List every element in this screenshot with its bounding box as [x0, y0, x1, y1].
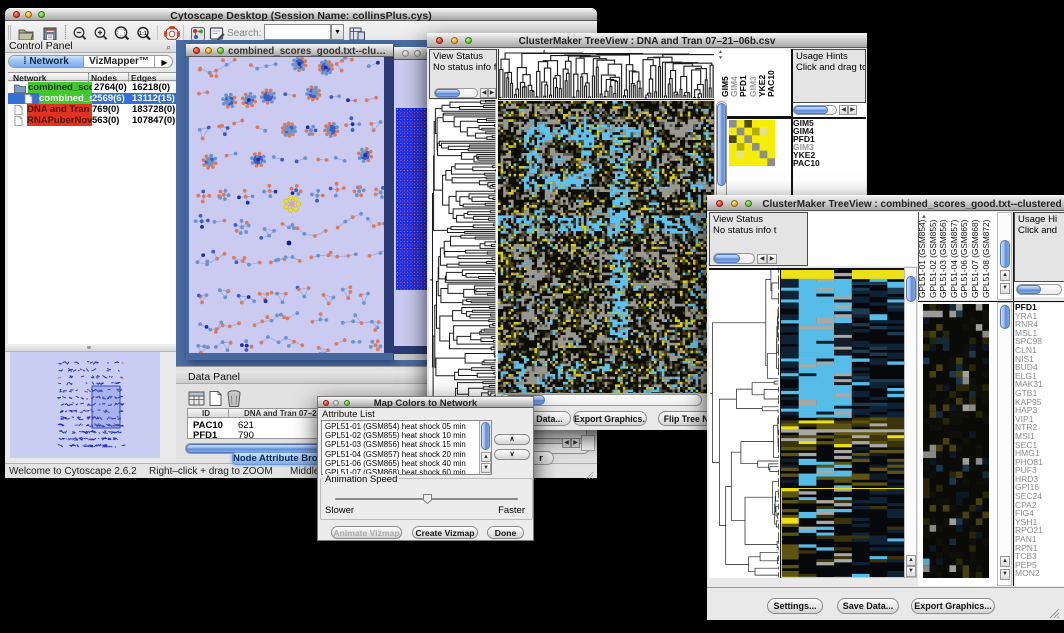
svg-text:1:1: 1:1 [139, 31, 147, 37]
